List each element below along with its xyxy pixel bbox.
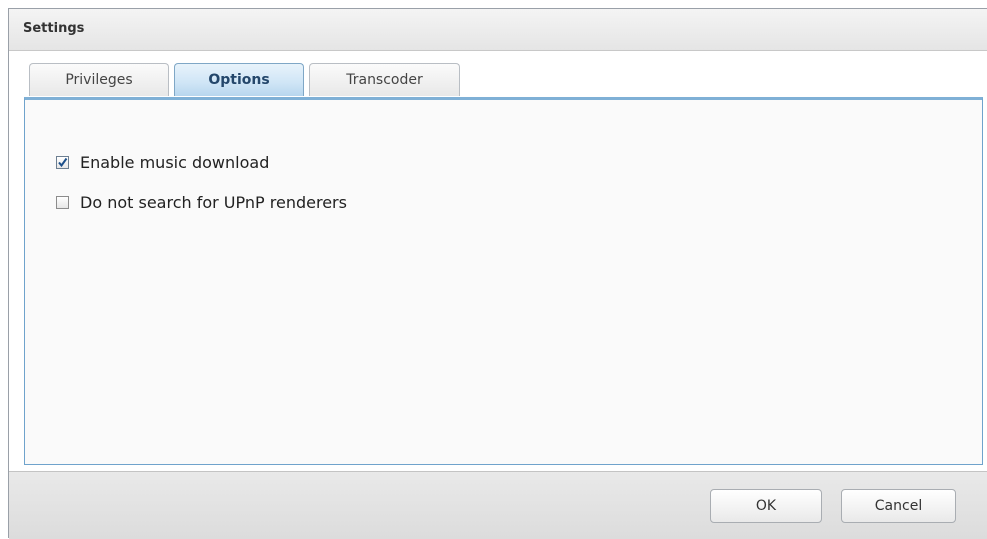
tab-transcoder[interactable]: Transcoder: [309, 63, 460, 96]
dialog-footer: OK Cancel: [9, 471, 987, 539]
disable-upnp-search-option[interactable]: Do not search for UPnP renderers: [56, 192, 347, 212]
dialog-title: Settings: [23, 21, 85, 36]
checkmark-icon: [58, 157, 68, 167]
cancel-button[interactable]: Cancel: [841, 489, 956, 523]
checkbox-checked-icon[interactable]: [56, 155, 69, 169]
checkbox-unchecked-icon[interactable]: [56, 195, 69, 209]
tab-options[interactable]: Options: [174, 63, 304, 96]
dialog-titlebar: Settings: [9, 9, 987, 51]
tab-strip: Privileges Options Transcoder: [23, 63, 983, 97]
settings-dialog: Settings Privileges Options Transcoder E…: [8, 8, 987, 539]
options-panel: Enable music download Do not search for …: [24, 97, 983, 465]
disable-upnp-search-label: Do not search for UPnP renderers: [80, 192, 347, 212]
enable-music-download-option[interactable]: Enable music download: [56, 152, 269, 172]
ok-button[interactable]: OK: [710, 489, 822, 523]
tab-privileges[interactable]: Privileges: [29, 63, 169, 96]
enable-music-download-label: Enable music download: [80, 152, 270, 172]
